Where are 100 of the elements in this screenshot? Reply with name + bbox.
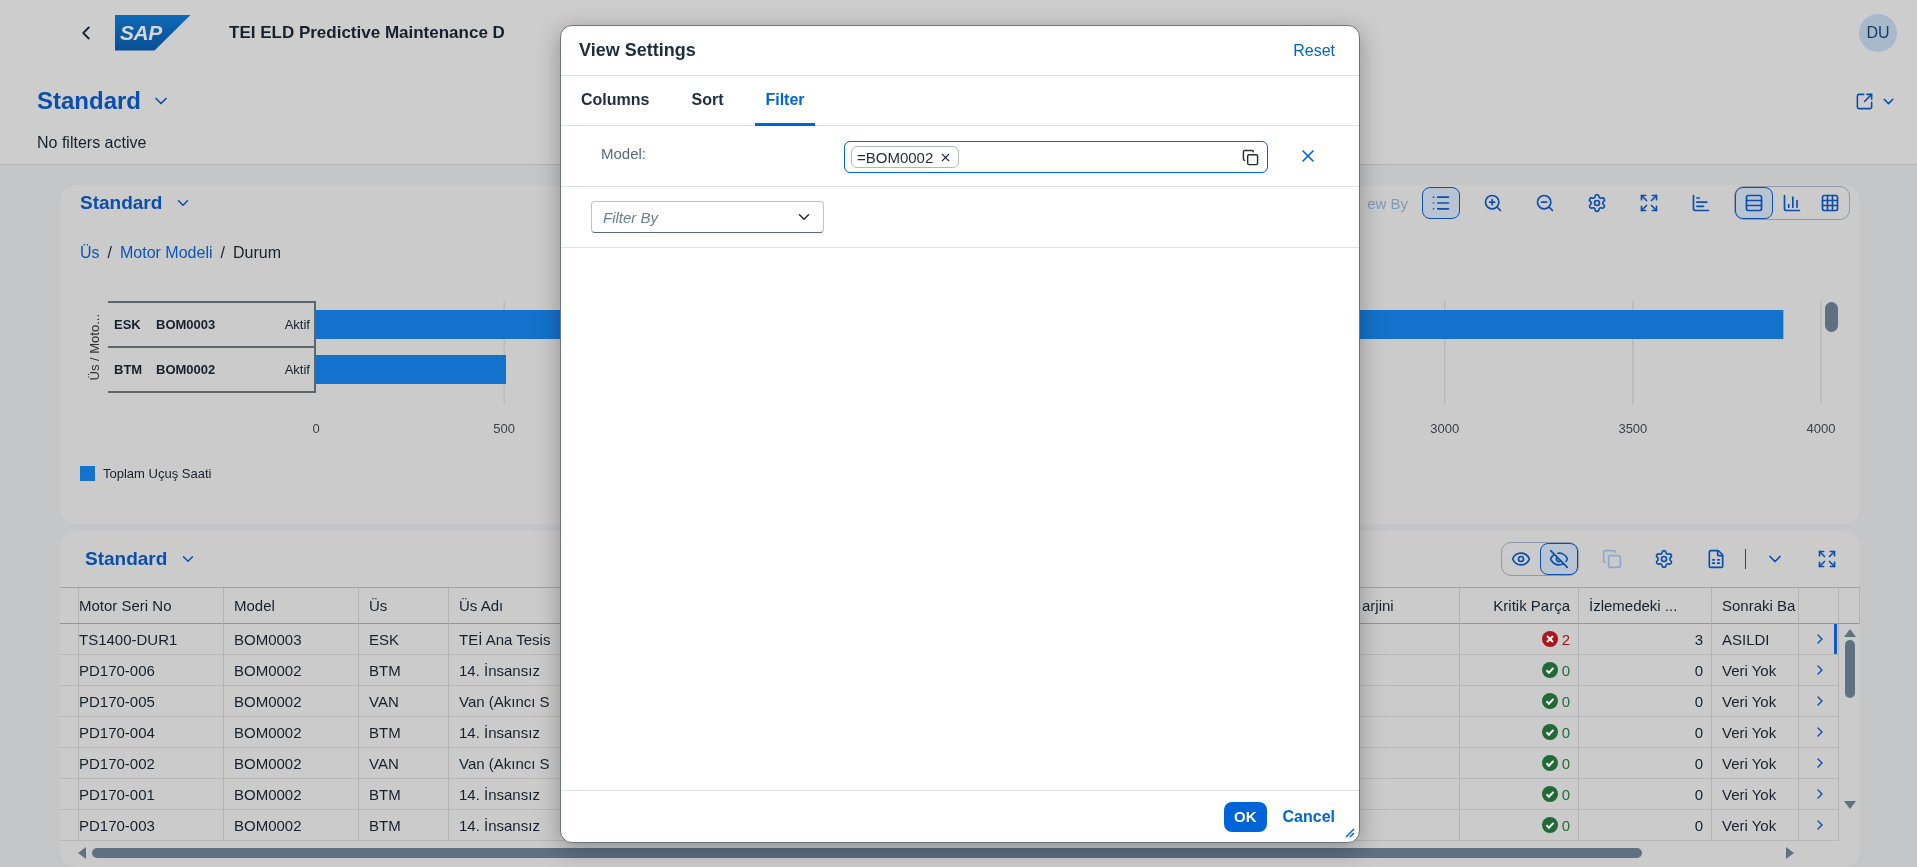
category-label: Aktif bbox=[284, 317, 310, 332]
table-cell: PD170-003 bbox=[79, 816, 155, 834]
table-cell: ESK bbox=[369, 630, 399, 648]
column-header[interactable]: arjini bbox=[1362, 597, 1394, 614]
breadcrumb-separator: / bbox=[107, 244, 112, 262]
table-cell: PD170-001 bbox=[79, 785, 155, 803]
scrollbar-thumb[interactable] bbox=[92, 848, 1642, 858]
table-cell: Veri Yok bbox=[1722, 723, 1777, 741]
scrollbar-thumb[interactable] bbox=[1845, 640, 1855, 698]
variant-selector[interactable]: Standard bbox=[37, 87, 171, 115]
details-button[interactable] bbox=[1422, 187, 1460, 219]
table-cell: BOM0002 bbox=[234, 723, 302, 741]
table-cell: 0 bbox=[1694, 816, 1703, 834]
visibility-toggle[interactable] bbox=[1540, 543, 1578, 575]
scroll-down-icon[interactable] bbox=[1844, 801, 1856, 809]
table-cell: BOM0002 bbox=[234, 692, 302, 710]
grid-icon bbox=[1820, 193, 1840, 213]
column-header[interactable]: Üs bbox=[369, 597, 388, 614]
table-cell: 0 bbox=[1561, 723, 1570, 741]
table-cell: Van (Akıncı S bbox=[459, 692, 550, 710]
eye-icon bbox=[1511, 549, 1531, 569]
variant-selector[interactable]: Standard bbox=[80, 192, 193, 214]
category-label: BOM0003 bbox=[156, 317, 217, 332]
filter-token[interactable]: =BOM0002 bbox=[851, 146, 960, 168]
spreadsheet-icon bbox=[1706, 549, 1726, 569]
table-cell: 0 bbox=[1694, 754, 1703, 772]
expand-icon bbox=[1817, 549, 1837, 569]
legend-label: Toplam Uçuş Saati bbox=[103, 466, 212, 481]
table-cell: PD170-006 bbox=[79, 661, 155, 679]
variant-selector[interactable]: Standard bbox=[85, 548, 198, 570]
table-cell: 0 bbox=[1694, 692, 1703, 710]
axis-tick-label: 0 bbox=[312, 421, 320, 436]
table-cell: 0 bbox=[1561, 816, 1570, 834]
table-cell: 0 bbox=[1561, 754, 1570, 772]
tab[interactable]: Filter bbox=[755, 76, 815, 126]
table-cell: 14. İnsansız bbox=[459, 816, 540, 834]
table-cell: BOM0002 bbox=[234, 661, 302, 679]
category-label: BTM bbox=[114, 362, 144, 377]
scroll-right-icon[interactable] bbox=[1786, 847, 1794, 859]
share-icon bbox=[1855, 91, 1874, 111]
zoom-out-icon bbox=[1535, 193, 1555, 213]
cancel-button[interactable]: Cancel bbox=[1282, 803, 1335, 830]
table-cell: 0 bbox=[1561, 692, 1570, 710]
legend-swatch bbox=[80, 466, 95, 481]
table-cell: Veri Yok bbox=[1722, 661, 1777, 679]
scrollbar-thumb[interactable] bbox=[1825, 302, 1838, 332]
table-cell: PD170-002 bbox=[79, 754, 155, 772]
empty-cell bbox=[1839, 587, 1860, 624]
reset-button[interactable]: Reset bbox=[1293, 37, 1335, 64]
table-cell: Van (Akıncı S bbox=[459, 754, 550, 772]
settings-icon bbox=[1587, 193, 1607, 213]
tab[interactable]: Sort bbox=[681, 76, 734, 126]
scroll-left-icon[interactable] bbox=[78, 847, 86, 859]
ok-button[interactable]: OK bbox=[1224, 801, 1267, 832]
scroll-up-icon[interactable] bbox=[1844, 629, 1856, 637]
breadcrumb-link[interactable]: Motor Modeli bbox=[120, 244, 213, 262]
eye-off-icon bbox=[1549, 549, 1569, 569]
app-title: TEI ELD Predictive Maintenance D bbox=[229, 22, 505, 43]
filter-by-select[interactable]: Filter By bbox=[591, 201, 824, 233]
table-cell: BTM bbox=[369, 816, 401, 834]
axis-title: Üs / Moto... bbox=[86, 313, 102, 381]
resize-handle-icon[interactable] bbox=[1343, 826, 1355, 838]
table-cell: 14. İnsansız bbox=[459, 785, 540, 803]
table-cell: BOM0002 bbox=[234, 816, 302, 834]
category-label: BOM0002 bbox=[156, 362, 217, 377]
value-help-icon bbox=[1242, 148, 1259, 166]
breadcrumb-separator: / bbox=[220, 244, 225, 262]
table-cell: PD170-005 bbox=[79, 692, 155, 710]
list-icon bbox=[1431, 193, 1451, 213]
table-cell: 2 bbox=[1561, 630, 1570, 648]
table-cell: BOM0002 bbox=[234, 785, 302, 803]
axis-tick-label: 3000 bbox=[1430, 421, 1460, 436]
table-cell: 0 bbox=[1561, 785, 1570, 803]
table-cell: BOM0002 bbox=[234, 754, 302, 772]
column-header[interactable]: Model bbox=[234, 597, 275, 614]
table-cell: TS1400-DUR1 bbox=[79, 630, 178, 648]
table-cell: 0 bbox=[1694, 723, 1703, 741]
rows-icon bbox=[1744, 193, 1764, 213]
breadcrumb-current: Durum bbox=[232, 244, 281, 262]
logo: SAP bbox=[115, 14, 191, 51]
user-avatar[interactable]: DU bbox=[1859, 13, 1897, 52]
table-cell: BTM bbox=[369, 723, 401, 741]
table-cell: 14. İnsansız bbox=[459, 723, 540, 741]
breadcrumb-link[interactable]: Üs bbox=[80, 244, 100, 262]
chart-type-button[interactable] bbox=[1735, 187, 1773, 219]
table-cell: Veri Yok bbox=[1722, 816, 1777, 834]
column-header[interactable]: Üs Adı bbox=[459, 597, 504, 614]
dialog-title: View Settings bbox=[579, 40, 696, 61]
table-cell: Veri Yok bbox=[1722, 754, 1777, 772]
category-label: ESK bbox=[114, 317, 142, 332]
filter-input[interactable]: =BOM0002 bbox=[844, 141, 1268, 173]
settings-icon bbox=[1654, 549, 1674, 569]
table-cell: BTM bbox=[369, 661, 401, 679]
table-cell: VAN bbox=[369, 754, 399, 772]
tab[interactable]: Columns bbox=[571, 76, 660, 126]
table-cell: 0 bbox=[1694, 661, 1703, 679]
axis-tick-label: 4000 bbox=[1806, 421, 1836, 436]
table-cell: Veri Yok bbox=[1722, 785, 1777, 803]
table-cell: 3 bbox=[1694, 630, 1703, 648]
category-label: Aktif bbox=[284, 362, 310, 377]
